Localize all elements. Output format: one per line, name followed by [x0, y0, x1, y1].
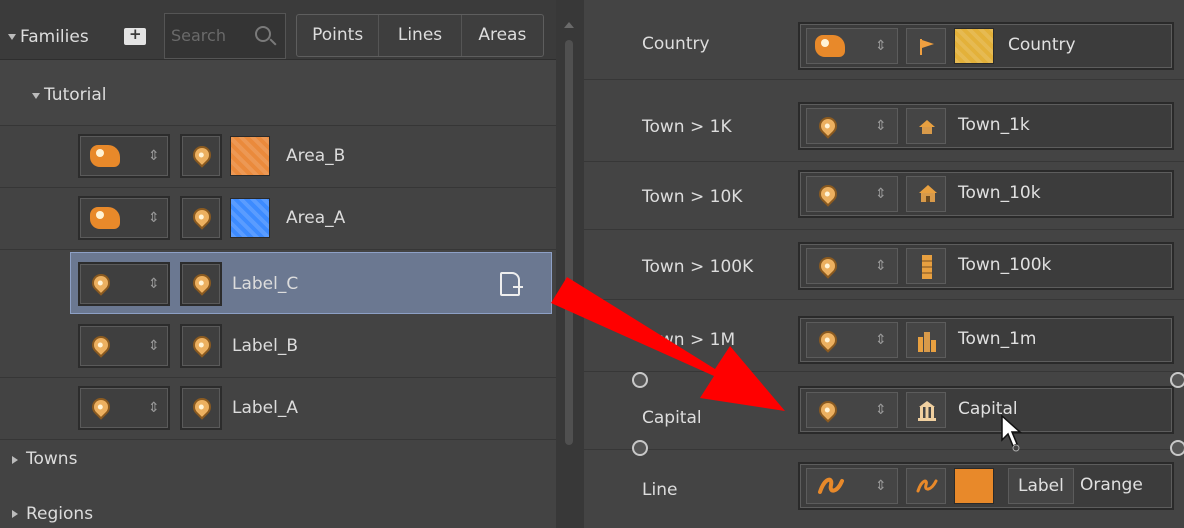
mouse-cursor-icon — [1001, 414, 1022, 452]
